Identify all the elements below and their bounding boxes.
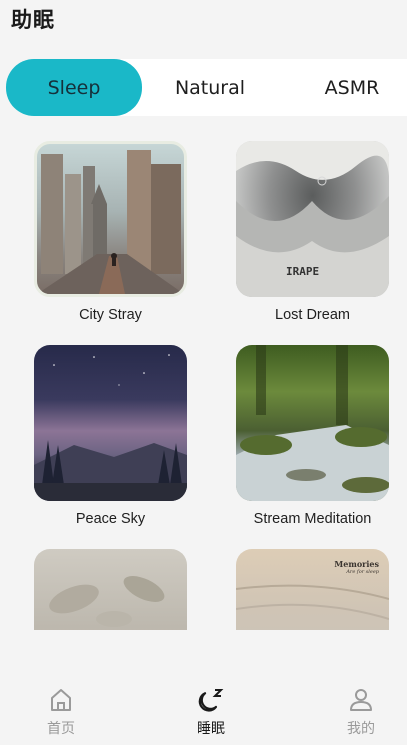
thumbnail-caption: Memories Are for sleep [334, 559, 379, 575]
user-icon [350, 689, 372, 711]
lost-dream-thumbnail: IRAPE [236, 141, 389, 297]
leaves-thumbnail [34, 549, 187, 630]
memories-thumbnail: Memories Are for sleep [236, 549, 389, 630]
sound-card-leaves[interactable] [34, 549, 187, 630]
card-title: Peace Sky [75, 511, 146, 527]
category-tabs: Sleep Natural ASMR [6, 59, 407, 116]
card-title: Stream Meditation [253, 511, 372, 527]
city-stray-thumbnail [34, 141, 187, 297]
moon-icon [198, 689, 224, 712]
city-illustration [37, 150, 184, 294]
nav-item-sleep[interactable]: 睡眠 [181, 686, 241, 738]
nav-label: 首页 [47, 721, 75, 737]
nav-item-home[interactable]: 首页 [31, 686, 91, 738]
sound-card-stream-meditation[interactable]: Stream Meditation [236, 345, 389, 527]
stream-meditation-thumbnail [236, 345, 389, 501]
home-icon [51, 689, 71, 711]
tab-natural[interactable]: Natural [154, 59, 266, 116]
tab-sleep[interactable]: Sleep [6, 59, 142, 116]
card-title: Lost Dream [275, 307, 350, 323]
stream-illustration [236, 345, 389, 501]
peace-sky-thumbnail [34, 345, 187, 501]
sound-card-lost-dream[interactable]: IRAPE Lost Dream [236, 141, 389, 323]
tab-asmr[interactable]: ASMR [302, 59, 402, 116]
thumbnail-subtitle: Are for sleep [346, 569, 379, 575]
bottom-navigation: 首页 睡眠 我的 [0, 680, 407, 745]
thumbnail-logo-text: IRAPE [286, 265, 320, 278]
nav-label: 睡眠 [197, 721, 225, 737]
sound-card-memories[interactable]: Memories Are for sleep [236, 549, 389, 630]
thumbnail-title: Memories [334, 559, 379, 569]
sound-card-peace-sky[interactable]: Peace Sky [34, 345, 187, 527]
page-title: 助眠 [11, 8, 55, 32]
forest-illustration [34, 354, 187, 501]
sound-card-city-stray[interactable]: City Stray [34, 141, 187, 323]
leaves-illustration [49, 576, 165, 627]
card-title: City Stray [79, 307, 142, 323]
nav-item-profile[interactable]: 我的 [331, 686, 391, 738]
nav-label: 我的 [347, 721, 375, 737]
